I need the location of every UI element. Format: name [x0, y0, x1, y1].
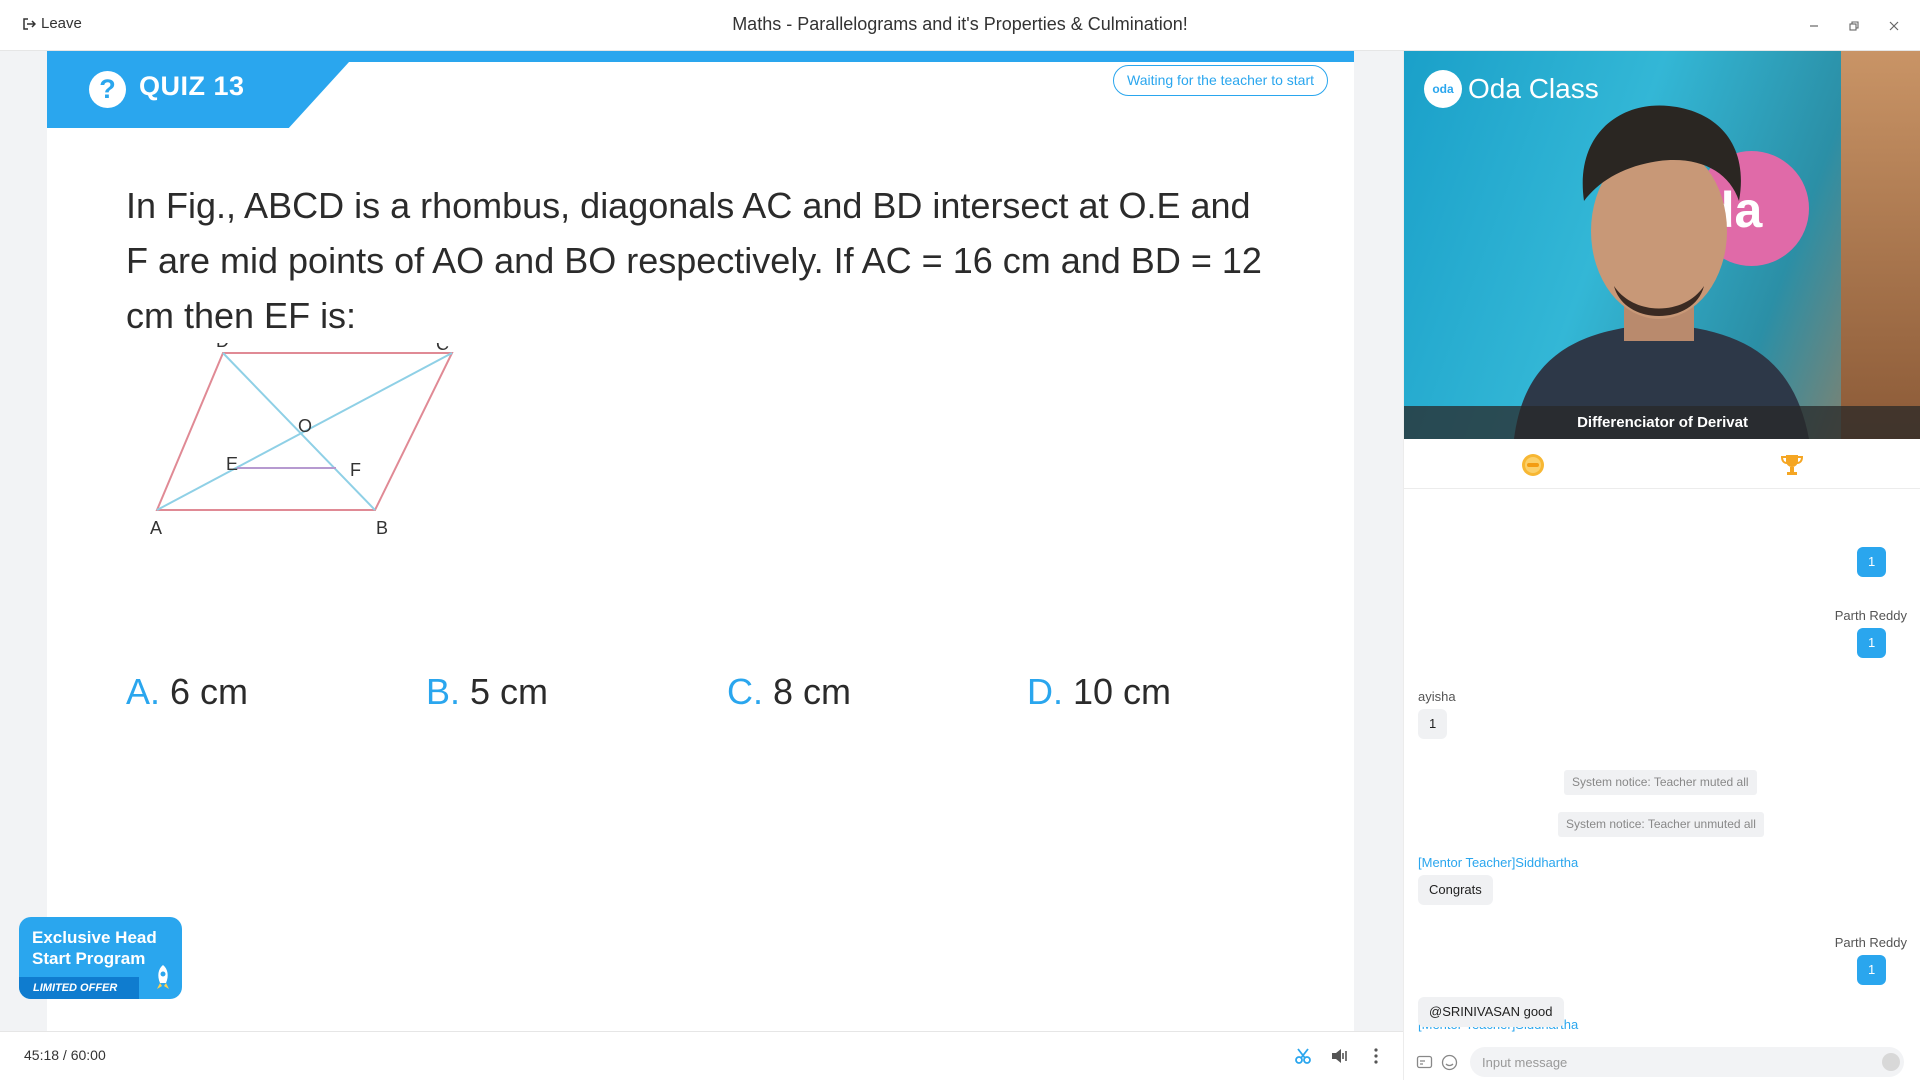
restore-icon [1849, 21, 1859, 31]
label-d: D [216, 343, 229, 351]
emoji-icon[interactable] [1441, 1054, 1458, 1071]
teacher-name: Differenciator of Derivat [1404, 406, 1920, 439]
option-d-text: 10 cm [1073, 671, 1172, 712]
promo-offer-label: LIMITED OFFER [19, 977, 139, 999]
chat-message: 1 [1857, 955, 1887, 985]
video-brand: oda Oda Class [1424, 70, 1599, 108]
option-d-letter: D. [1027, 671, 1063, 712]
chat-sender: ayisha [1418, 689, 1456, 704]
close-button[interactable] [1882, 14, 1906, 38]
window-title: Maths - Parallelograms and it's Properti… [732, 14, 1188, 34]
chat-sender: Parth Reddy [1834, 608, 1907, 623]
option-d[interactable]: D. 10 cm [1027, 671, 1171, 713]
right-panel: da oda Oda Class Differenciator of Deriv… [1403, 51, 1920, 1080]
chat-message-input[interactable] [1470, 1047, 1904, 1077]
quick-reply-icon[interactable] [1416, 1054, 1433, 1071]
option-b[interactable]: B. 5 cm [426, 671, 548, 713]
chat-sender: Parth Reddy [1834, 935, 1907, 950]
question-mark-icon: ? [89, 71, 126, 108]
oda-logo-icon: oda [1424, 70, 1462, 108]
bottom-bar: 45:18 / 60:00 [0, 1031, 1403, 1080]
title-bar: Leave Maths - Parallelograms and it's Pr… [0, 0, 1920, 51]
option-a-text: 6 cm [170, 671, 249, 712]
chat-input-bar [1404, 1041, 1920, 1080]
option-b-text: 5 cm [470, 671, 549, 712]
minimize-icon [1810, 25, 1818, 27]
chat-sender: [Mentor Teacher]Siddhartha [1418, 855, 1579, 870]
label-c: C [436, 343, 449, 354]
option-a[interactable]: A. 6 cm [126, 671, 248, 713]
scissors-icon[interactable] [1293, 1046, 1313, 1066]
label-f: F [350, 460, 361, 480]
chat-message: Congrats [1418, 875, 1493, 905]
chat-message: 1 [1418, 709, 1448, 739]
chat-message: 1 [1857, 547, 1887, 577]
chat-list: 1 Parth Reddy 1 ayisha 1 System notice: … [1404, 489, 1920, 1041]
teacher-video: da oda Oda Class Differenciator of Deriv… [1404, 51, 1920, 439]
option-c-letter: C. [727, 671, 763, 712]
panel-tabs [1404, 439, 1920, 489]
class-timer: 45:18 / 60:00 [24, 1047, 106, 1063]
send-icon[interactable] [1882, 1053, 1900, 1071]
chat-message: @SRINIVASAN good [1418, 997, 1564, 1027]
quiz-number: QUIZ 13 [139, 71, 245, 101]
option-c[interactable]: C. 8 cm [727, 671, 851, 713]
label-e: E [226, 454, 238, 474]
close-icon [1889, 21, 1899, 31]
restore-button[interactable] [1842, 14, 1866, 38]
video-background-wall [1841, 51, 1920, 439]
quiz-header-tab: ? QUIZ 13 [47, 51, 357, 128]
promo-banner[interactable]: Exclusive Head Start Program LIMITED OFF… [19, 917, 182, 999]
trophy-tab-icon[interactable] [1779, 452, 1805, 478]
label-b: B [376, 518, 388, 538]
teacher-figure [1514, 105, 1809, 439]
quiz-status-badge: Waiting for the teacher to start [1113, 65, 1329, 96]
volume-icon[interactable] [1329, 1046, 1349, 1066]
video-brand-name: Oda Class [1468, 73, 1599, 104]
label-o: O [298, 416, 312, 436]
more-options-icon[interactable] [1366, 1046, 1386, 1066]
oda-coin-tab-icon[interactable] [1520, 452, 1546, 478]
option-c-text: 8 cm [773, 671, 852, 712]
option-b-letter: B. [426, 671, 461, 712]
minimize-button[interactable] [1802, 14, 1826, 38]
rocket-icon [157, 965, 169, 989]
option-a-letter: A. [126, 671, 161, 712]
system-notice: System notice: Teacher unmuted all [1558, 812, 1764, 837]
label-a: A [150, 518, 162, 538]
chat-message: 1 [1857, 628, 1887, 658]
rhombus-figure: D C O E F A B [150, 343, 454, 538]
question-text: In Fig., ABCD is a rhombus, diagonals AC… [126, 185, 1262, 336]
system-notice: System notice: Teacher muted all [1564, 770, 1757, 795]
quiz-panel: ? QUIZ 13 Waiting for the teacher to sta… [47, 51, 1354, 1031]
